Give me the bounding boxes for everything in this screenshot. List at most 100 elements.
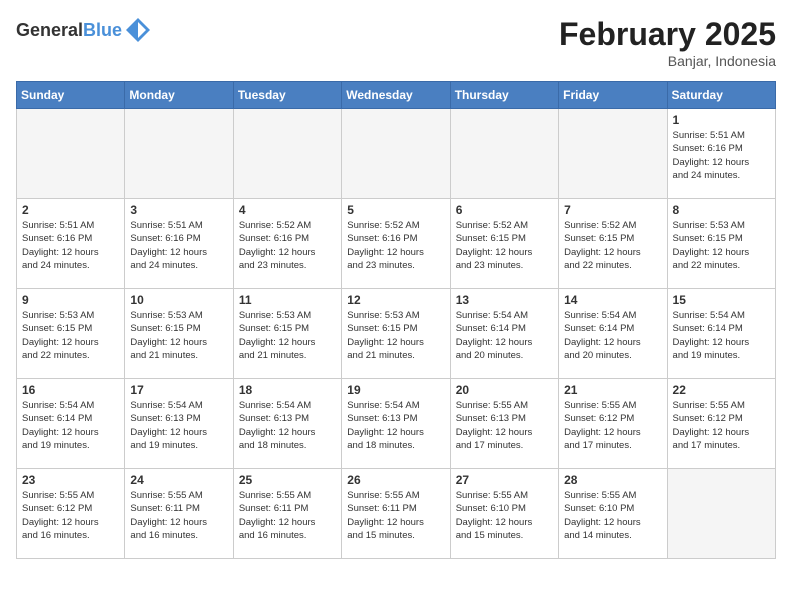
day-cell: 1 Sunrise: 5:51 AM Sunset: 6:16 PM Daylig… [667,109,775,199]
day-info: Sunrise: 5:54 AM Sunset: 6:14 PM Dayligh… [673,309,770,362]
day-cell: 14Sunrise: 5:54 AM Sunset: 6:14 PM Dayli… [559,289,667,379]
day-cell: 18Sunrise: 5:54 AM Sunset: 6:13 PM Dayli… [233,379,341,469]
day-cell [559,109,667,199]
day-cell [342,109,450,199]
header-wednesday: Wednesday [342,82,450,109]
week-row-1: 2 Sunrise: 5:51 AM Sunset: 6:16 PM Daylig… [17,199,776,289]
day-cell [667,469,775,559]
day-number: 17 [130,383,227,397]
day-cell: 5 Sunrise: 5:52 AM Sunset: 6:16 PM Daylig… [342,199,450,289]
day-number: 23 [22,473,119,487]
day-info: Sunrise: 5:52 AM Sunset: 6:16 PM Dayligh… [347,219,444,272]
day-cell: 20 Sunrise: 5:55 AM Sunset: 6:13 PM Dayli… [450,379,558,469]
logo: GeneralBlue [16,16,152,44]
day-info: Sunrise: 5:55 AM Sunset: 6:10 PM Dayligh… [456,489,553,542]
day-info: Sunrise: 5:54 AM Sunset: 6:14 PM Dayligh… [22,399,119,452]
day-number: 3 [130,203,227,217]
day-cell: 28Sunrise: 5:55 AM Sunset: 6:10 PM Dayli… [559,469,667,559]
day-number: 14 [564,293,661,307]
week-row-3: 16 Sunrise: 5:54 AM Sunset: 6:14 PM Dayli… [17,379,776,469]
day-info: Sunrise: 5:55 AM Sunset: 6:11 PM Dayligh… [347,489,444,542]
header-saturday: Saturday [667,82,775,109]
day-cell: 27 Sunrise: 5:55 AM Sunset: 6:10 PM Dayli… [450,469,558,559]
day-cell: 23 Sunrise: 5:55 AM Sunset: 6:12 PM Dayli… [17,469,125,559]
day-info: Sunrise: 5:53 AM Sunset: 6:15 PM Dayligh… [22,309,119,362]
day-info: Sunrise: 5:53 AM Sunset: 6:15 PM Dayligh… [347,309,444,362]
day-info: Sunrise: 5:54 AM Sunset: 6:13 PM Dayligh… [130,399,227,452]
day-number: 1 [673,113,770,127]
day-info: Sunrise: 5:52 AM Sunset: 6:16 PM Dayligh… [239,219,336,272]
day-info: Sunrise: 5:51 AM Sunset: 6:16 PM Dayligh… [673,129,770,182]
day-cell: 17 Sunrise: 5:54 AM Sunset: 6:13 PM Dayli… [125,379,233,469]
day-cell: 9 Sunrise: 5:53 AM Sunset: 6:15 PM Daylig… [17,289,125,379]
day-number: 20 [456,383,553,397]
month-title: February 2025 [559,16,776,53]
day-info: Sunrise: 5:55 AM Sunset: 6:11 PM Dayligh… [130,489,227,542]
day-cell: 7Sunrise: 5:52 AM Sunset: 6:15 PM Daylig… [559,199,667,289]
day-cell: 4 Sunrise: 5:52 AM Sunset: 6:16 PM Daylig… [233,199,341,289]
header-thursday: Thursday [450,82,558,109]
day-cell [17,109,125,199]
day-number: 18 [239,383,336,397]
day-cell: 16 Sunrise: 5:54 AM Sunset: 6:14 PM Dayli… [17,379,125,469]
day-number: 11 [239,293,336,307]
day-number: 2 [22,203,119,217]
day-number: 4 [239,203,336,217]
day-number: 25 [239,473,336,487]
day-info: Sunrise: 5:54 AM Sunset: 6:13 PM Dayligh… [347,399,444,452]
day-info: Sunrise: 5:55 AM Sunset: 6:13 PM Dayligh… [456,399,553,452]
day-number: 12 [347,293,444,307]
day-cell: 22 Sunrise: 5:55 AM Sunset: 6:12 PM Dayli… [667,379,775,469]
day-number: 26 [347,473,444,487]
day-number: 13 [456,293,553,307]
day-cell: 8 Sunrise: 5:53 AM Sunset: 6:15 PM Daylig… [667,199,775,289]
day-info: Sunrise: 5:52 AM Sunset: 6:15 PM Dayligh… [456,219,553,272]
day-cell: 15 Sunrise: 5:54 AM Sunset: 6:14 PM Dayli… [667,289,775,379]
calendar-header-row: SundayMondayTuesdayWednesdayThursdayFrid… [17,82,776,109]
day-number: 8 [673,203,770,217]
day-cell [233,109,341,199]
day-cell: 13 Sunrise: 5:54 AM Sunset: 6:14 PM Dayli… [450,289,558,379]
day-cell: 26 Sunrise: 5:55 AM Sunset: 6:11 PM Dayli… [342,469,450,559]
day-info: Sunrise: 5:54 AM Sunset: 6:14 PM Dayligh… [456,309,553,362]
logo-blue: Blue [83,20,122,40]
day-number: 16 [22,383,119,397]
day-info: Sunrise: 5:51 AM Sunset: 6:16 PM Dayligh… [22,219,119,272]
day-info: Sunrise: 5:53 AM Sunset: 6:15 PM Dayligh… [239,309,336,362]
calendar-table: SundayMondayTuesdayWednesdayThursdayFrid… [16,81,776,559]
day-number: 27 [456,473,553,487]
day-cell: 24 Sunrise: 5:55 AM Sunset: 6:11 PM Dayli… [125,469,233,559]
day-cell: 10 Sunrise: 5:53 AM Sunset: 6:15 PM Dayli… [125,289,233,379]
day-number: 21 [564,383,661,397]
page-header: GeneralBlue February 2025 Banjar, Indone… [16,16,776,69]
day-number: 10 [130,293,227,307]
location: Banjar, Indonesia [559,53,776,69]
day-cell: 11 Sunrise: 5:53 AM Sunset: 6:15 PM Dayli… [233,289,341,379]
day-info: Sunrise: 5:55 AM Sunset: 6:12 PM Dayligh… [22,489,119,542]
title-block: February 2025 Banjar, Indonesia [559,16,776,69]
day-info: Sunrise: 5:55 AM Sunset: 6:12 PM Dayligh… [673,399,770,452]
day-info: Sunrise: 5:53 AM Sunset: 6:15 PM Dayligh… [673,219,770,272]
day-cell: 2 Sunrise: 5:51 AM Sunset: 6:16 PM Daylig… [17,199,125,289]
day-info: Sunrise: 5:55 AM Sunset: 6:11 PM Dayligh… [239,489,336,542]
day-number: 5 [347,203,444,217]
day-number: 7 [564,203,661,217]
day-info: Sunrise: 5:55 AM Sunset: 6:10 PM Dayligh… [564,489,661,542]
day-number: 9 [22,293,119,307]
day-info: Sunrise: 5:53 AM Sunset: 6:15 PM Dayligh… [130,309,227,362]
day-cell [125,109,233,199]
day-cell: 19 Sunrise: 5:54 AM Sunset: 6:13 PM Dayli… [342,379,450,469]
day-cell: 3Sunrise: 5:51 AM Sunset: 6:16 PM Daylig… [125,199,233,289]
day-info: Sunrise: 5:55 AM Sunset: 6:12 PM Dayligh… [564,399,661,452]
day-cell: 21 Sunrise: 5:55 AM Sunset: 6:12 PM Dayli… [559,379,667,469]
day-number: 24 [130,473,227,487]
day-number: 6 [456,203,553,217]
day-number: 19 [347,383,444,397]
day-number: 15 [673,293,770,307]
day-cell [450,109,558,199]
header-sunday: Sunday [17,82,125,109]
day-cell: 25 Sunrise: 5:55 AM Sunset: 6:11 PM Dayli… [233,469,341,559]
day-number: 22 [673,383,770,397]
week-row-0: 1 Sunrise: 5:51 AM Sunset: 6:16 PM Daylig… [17,109,776,199]
week-row-4: 23 Sunrise: 5:55 AM Sunset: 6:12 PM Dayli… [17,469,776,559]
